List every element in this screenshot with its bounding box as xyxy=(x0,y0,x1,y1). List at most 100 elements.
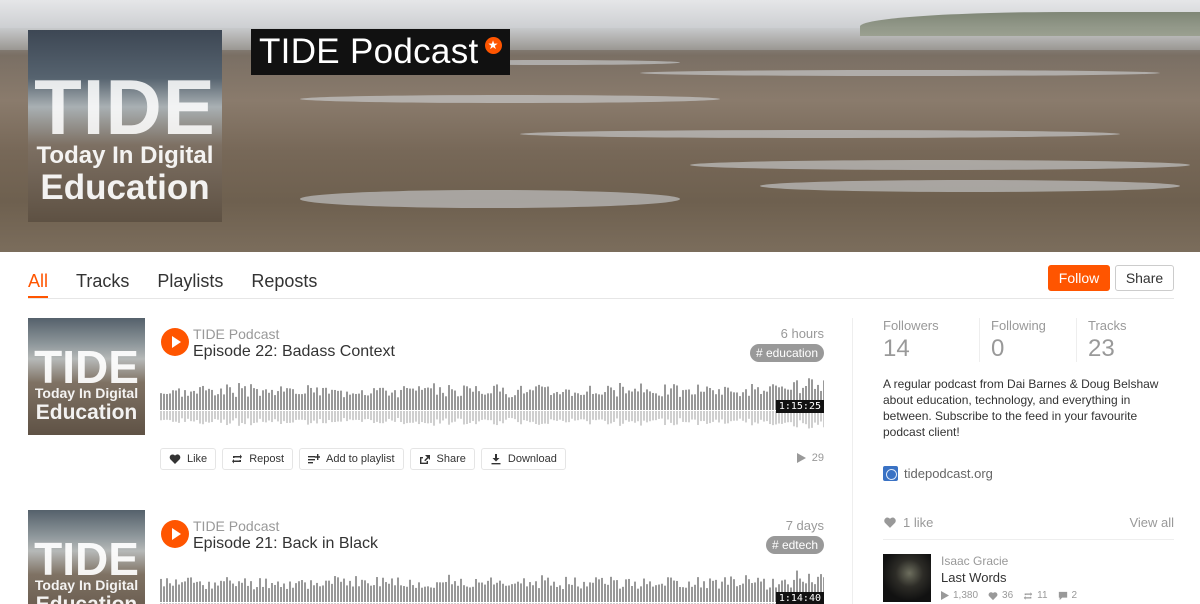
waveform-reflection-bar xyxy=(322,411,324,424)
waveform-reflection-bar xyxy=(265,411,267,423)
liked-track-user[interactable]: Isaac Gracie xyxy=(941,554,1008,568)
waveform-bar xyxy=(613,580,615,602)
waveform-bar xyxy=(568,389,570,410)
followers-stat[interactable]: Followers 14 xyxy=(883,318,939,363)
following-stat[interactable]: Following 0 xyxy=(991,318,1046,363)
waveform-bar xyxy=(370,585,372,602)
track-tag[interactable]: # edtech xyxy=(765,536,824,554)
waveform-bar xyxy=(367,583,369,602)
waveform-reflection-bar xyxy=(418,411,420,425)
waveform-reflection-bar xyxy=(202,411,204,425)
like-button[interactable]: Like xyxy=(160,448,217,470)
globe-icon xyxy=(883,466,898,481)
waveform-reflection-bar xyxy=(559,411,561,420)
waveform-reflection-bar xyxy=(454,411,456,422)
waveform-bar xyxy=(283,391,285,410)
waveform-bar xyxy=(499,580,501,602)
waveform-reflection-bar xyxy=(745,411,747,423)
waveform-bar xyxy=(601,577,603,602)
waveform-bar xyxy=(550,394,552,410)
track-title[interactable]: Episode 21: Back in Black xyxy=(193,535,378,553)
track-uploader[interactable]: TIDE Podcast xyxy=(193,518,279,534)
play-button[interactable] xyxy=(161,520,189,548)
waveform-bar xyxy=(388,395,390,410)
waveform-bar xyxy=(352,393,354,410)
waveform-bar xyxy=(394,390,396,410)
waveform-reflection-bar xyxy=(238,411,240,426)
waveform-bar xyxy=(205,390,207,410)
waveform-bar xyxy=(409,388,411,410)
waveform-reflection-bar xyxy=(304,411,306,421)
tab-all[interactable]: All xyxy=(28,266,49,298)
waveform[interactable] xyxy=(160,566,824,604)
waveform-reflection-bar xyxy=(487,411,489,421)
liked-track-title[interactable]: Last Words xyxy=(941,570,1007,585)
waveform-bar xyxy=(766,391,768,410)
waveform-bar xyxy=(601,394,603,410)
like-label: Like xyxy=(187,453,208,465)
waveform-bar xyxy=(379,586,381,602)
liked-plays: 1,380 xyxy=(941,590,978,601)
liked-track-artwork[interactable] xyxy=(883,554,931,602)
waveform-reflection-bar xyxy=(766,411,768,422)
waveform-reflection-bar xyxy=(589,411,591,425)
tab-tracks[interactable]: Tracks xyxy=(76,266,129,298)
waveform-bar xyxy=(379,387,381,410)
waveform-bar xyxy=(511,397,513,410)
waveform-reflection-bar xyxy=(499,411,501,422)
track-uploader[interactable]: TIDE Podcast xyxy=(193,326,279,342)
follow-button[interactable]: Follow xyxy=(1048,265,1110,291)
waveform-bar xyxy=(256,389,258,410)
waveform-bar xyxy=(637,391,639,410)
waveform-reflection-bar xyxy=(268,411,270,421)
liked-reposts: 11 xyxy=(1023,590,1048,601)
tab-reposts[interactable]: Reposts xyxy=(251,266,317,298)
waveform-bar xyxy=(301,580,303,602)
waveform-bar xyxy=(757,387,759,410)
waveform-bar xyxy=(553,581,555,602)
waveform-bar xyxy=(583,581,585,602)
track-artwork[interactable]: TIDE Today In Digital Education xyxy=(28,318,145,435)
waveform-reflection-bar xyxy=(484,411,486,420)
waveform-bar xyxy=(250,384,252,410)
waveform-bar xyxy=(325,580,327,602)
waveform-reflection-bar xyxy=(292,411,294,423)
waveform-reflection-bar xyxy=(691,411,693,420)
waveform-reflection-bar xyxy=(532,411,534,422)
waveform-bar xyxy=(742,392,744,410)
waveform-bar xyxy=(559,394,561,410)
waveform-bar xyxy=(391,578,393,602)
share-profile-button[interactable]: Share xyxy=(1115,265,1174,291)
website-link[interactable]: tidepodcast.org xyxy=(883,466,993,481)
repost-button[interactable]: Repost xyxy=(222,448,294,470)
waveform-bar xyxy=(541,386,543,410)
profile-avatar[interactable]: TIDE Today In Digital Education xyxy=(28,30,222,222)
waveform-bar xyxy=(682,390,684,410)
view-all-link[interactable]: View all xyxy=(1129,515,1174,530)
waveform-bar xyxy=(553,393,555,410)
waveform-bar xyxy=(322,387,324,410)
waveform-bar xyxy=(688,389,690,410)
waveform[interactable] xyxy=(160,374,824,430)
waveform-reflection-bar xyxy=(538,411,540,425)
track-title[interactable]: Episode 22: Badass Context xyxy=(193,343,395,361)
waveform-bar xyxy=(328,393,330,410)
waveform-bar xyxy=(307,588,309,602)
waveform-bar xyxy=(724,386,726,410)
play-button[interactable] xyxy=(161,328,189,356)
tab-playlists[interactable]: Playlists xyxy=(157,266,223,298)
waveform-reflection-bar xyxy=(307,411,309,425)
track-tag[interactable]: # education xyxy=(749,344,824,362)
add-to-playlist-button[interactable]: Add to playlist xyxy=(299,448,404,470)
waveform-reflection-bar xyxy=(391,411,393,421)
waveform-bar xyxy=(376,390,378,410)
waveform-bar xyxy=(202,585,204,602)
waveform-bar xyxy=(520,583,522,602)
share-button[interactable]: Share xyxy=(409,448,475,470)
waveform-reflection-bar xyxy=(412,411,414,423)
download-button[interactable]: Download xyxy=(480,448,566,470)
tracks-stat[interactable]: Tracks 23 xyxy=(1088,318,1127,363)
waveform-bar xyxy=(643,578,645,602)
track-artwork[interactable]: TIDE Today In Digital Education xyxy=(28,510,145,604)
waveform-bar xyxy=(694,584,696,602)
